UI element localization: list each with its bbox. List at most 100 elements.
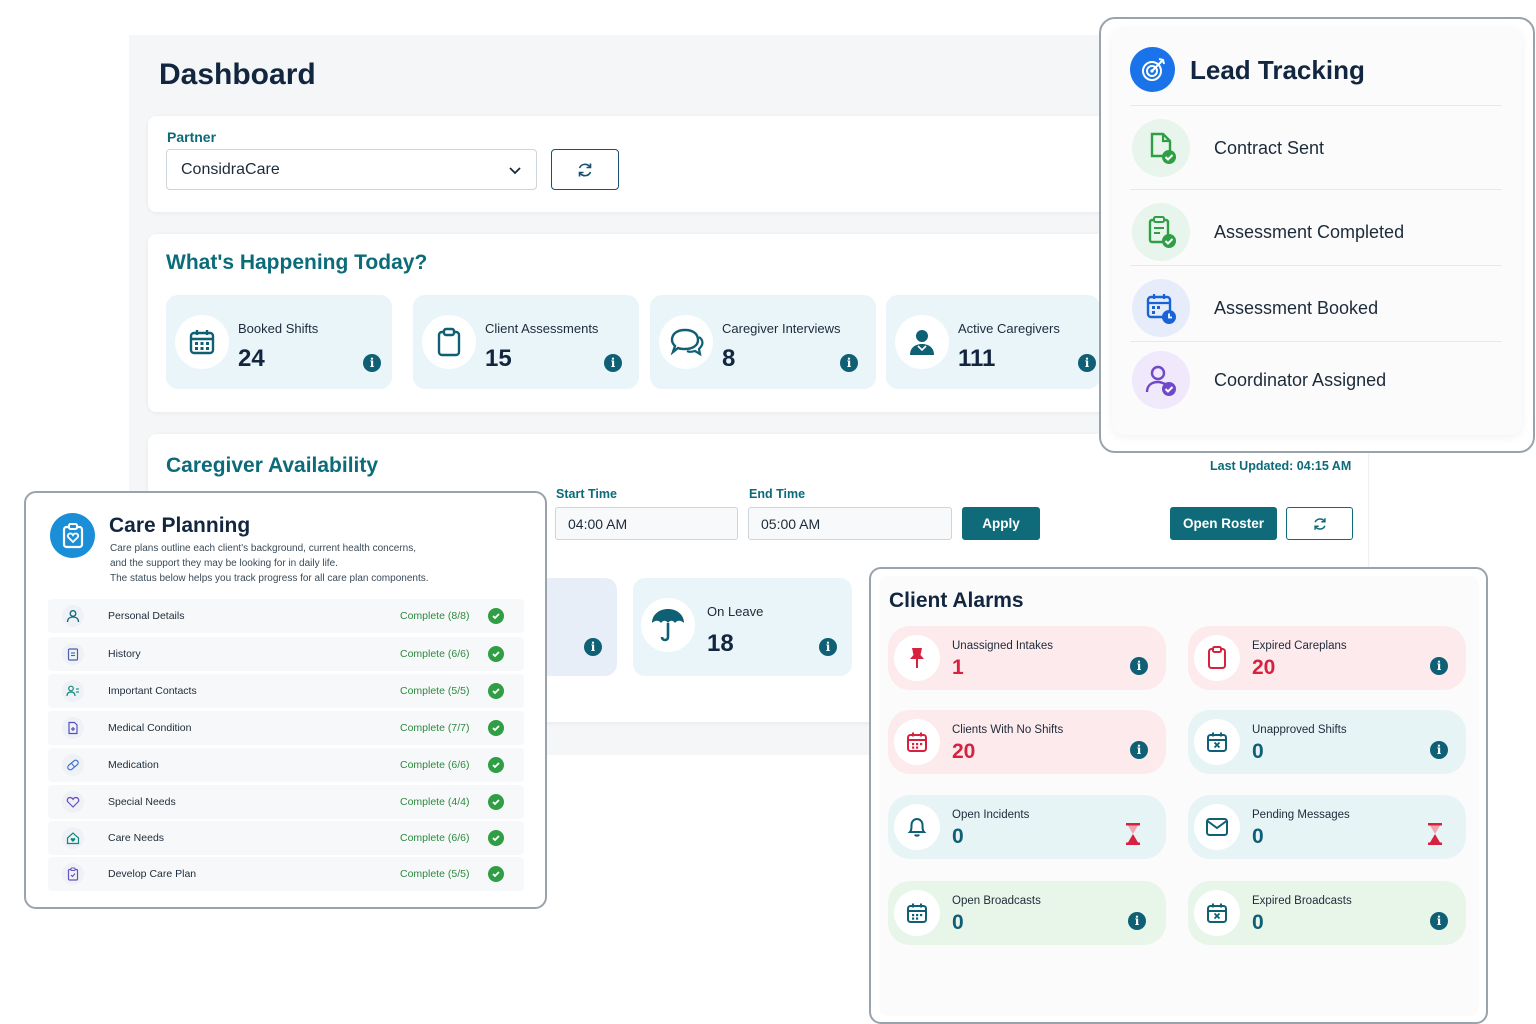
- info-icon[interactable]: i: [1078, 354, 1096, 372]
- alarm-label: Expired Careplans: [1252, 640, 1347, 652]
- clipboard-list-icon: [62, 643, 84, 665]
- chevron-down-icon: [508, 163, 522, 177]
- alarm-value: 20: [1252, 656, 1276, 679]
- calendar-clock-icon: [1132, 279, 1190, 337]
- care-item-status: Complete (6/6): [400, 648, 470, 660]
- end-time-input[interactable]: 05:00 AM: [748, 507, 952, 540]
- care-item-develop-care-plan[interactable]: Develop Care Plan Complete (5/5): [48, 857, 524, 891]
- care-item-important-contacts[interactable]: Important Contacts Complete (5/5): [48, 674, 524, 708]
- care-item-medication[interactable]: Medication Complete (6/6): [48, 748, 524, 782]
- roster-refresh-button[interactable]: [1286, 507, 1353, 540]
- info-icon[interactable]: i: [1430, 912, 1448, 930]
- care-item-care-needs[interactable]: Care Needs Complete (6/6): [48, 821, 524, 855]
- care-planning-title: Care Planning: [109, 514, 251, 537]
- check-circle-icon: [488, 757, 504, 773]
- on-leave-label: On Leave: [707, 604, 764, 619]
- lead-item-coordinator-assigned[interactable]: Coordinator Assigned: [1130, 341, 1502, 417]
- refresh-icon: [1312, 516, 1328, 532]
- client-alarms-title: Client Alarms: [889, 589, 1024, 612]
- alarm-label: Open Broadcasts: [952, 895, 1041, 907]
- care-item-status: Complete (4/4): [400, 796, 470, 808]
- page-title: Dashboard: [159, 58, 316, 91]
- alarm-expired-careplans[interactable]: Expired Careplans 20 i: [1188, 626, 1466, 690]
- end-time-value: 05:00 AM: [761, 515, 821, 532]
- lead-item-assessment-booked[interactable]: Assessment Booked: [1130, 265, 1502, 341]
- info-icon[interactable]: i: [819, 638, 837, 656]
- lead-tracking-title: Lead Tracking: [1190, 55, 1365, 85]
- alarm-value: 0: [952, 911, 964, 934]
- calendar-icon: [175, 315, 229, 369]
- alarm-label: Clients With No Shifts: [952, 724, 1064, 736]
- info-icon[interactable]: i: [1130, 657, 1148, 675]
- stat-client-assessments[interactable]: Client Assessments 15 i: [413, 295, 639, 389]
- clipboard-plan-icon: [62, 863, 84, 885]
- alarm-open-broadcasts[interactable]: Open Broadcasts 0 i: [888, 881, 1166, 945]
- alarm-unapproved-shifts[interactable]: Unapproved Shifts 0 i: [1188, 710, 1466, 774]
- alarm-value: 1: [952, 656, 964, 679]
- user-check-icon: [1132, 351, 1190, 409]
- alarm-open-incidents[interactable]: Open Incidents 0: [888, 795, 1166, 859]
- stat-label: Active Caregivers: [958, 321, 1060, 336]
- info-icon[interactable]: i: [840, 354, 858, 372]
- stat-caregiver-interviews[interactable]: Caregiver Interviews 8 i: [650, 295, 876, 389]
- lead-item-contract-sent[interactable]: Contract Sent: [1130, 105, 1502, 181]
- alarm-expired-broadcasts[interactable]: Expired Broadcasts 0 i: [1188, 881, 1466, 945]
- umbrella-icon: [641, 598, 695, 652]
- partner-select[interactable]: ConsidraCare: [166, 149, 537, 190]
- alarm-clients-with-no-shifts[interactable]: Clients With No Shifts 20 i: [888, 710, 1166, 774]
- start-time-label: Start Time: [556, 487, 617, 501]
- home-heart-icon: [62, 827, 84, 849]
- today-title: What's Happening Today?: [166, 251, 428, 274]
- check-circle-icon: [488, 608, 504, 624]
- care-item-label: Personal Details: [108, 610, 185, 622]
- lead-item-label: Contract Sent: [1214, 138, 1325, 158]
- info-icon[interactable]: i: [604, 354, 622, 372]
- info-icon[interactable]: i: [1128, 912, 1146, 930]
- alarm-value: 20: [952, 740, 976, 763]
- person-outline-icon: [62, 605, 84, 627]
- heart-icon: [62, 791, 84, 813]
- alarm-label: Unapproved Shifts: [1252, 724, 1347, 736]
- person-icon: [895, 315, 949, 369]
- apply-button[interactable]: Apply: [962, 507, 1040, 540]
- info-icon[interactable]: i: [1430, 741, 1448, 759]
- check-circle-icon: [488, 794, 504, 810]
- end-time-label: End Time: [749, 487, 806, 501]
- care-item-status: Complete (5/5): [400, 868, 470, 880]
- lead-item-assessment-completed[interactable]: Assessment Completed: [1130, 189, 1502, 265]
- care-item-history[interactable]: History Complete (6/6): [48, 637, 524, 671]
- refresh-icon: [576, 161, 594, 179]
- open-roster-button[interactable]: Open Roster: [1170, 507, 1277, 540]
- stat-active-caregivers[interactable]: Active Caregivers 111 i: [886, 295, 1100, 389]
- care-item-label: Medical Condition: [108, 722, 192, 734]
- alarm-label: Unassigned Intakes: [952, 640, 1054, 652]
- clipboard-check-icon: [1132, 203, 1190, 261]
- care-item-medical-condition[interactable]: Medical Condition Complete (7/7): [48, 711, 524, 745]
- on-leave-value: 18: [707, 630, 734, 657]
- medical-document-icon: [62, 717, 84, 739]
- check-circle-icon: [488, 830, 504, 846]
- clipboard-icon: [1194, 635, 1240, 681]
- care-item-personal-details[interactable]: Personal Details Complete (8/8): [48, 599, 524, 633]
- info-icon[interactable]: i: [584, 638, 602, 656]
- envelope-icon: [1194, 804, 1240, 850]
- on-leave-tile[interactable]: On Leave 18 i: [633, 578, 852, 676]
- stat-value: 111: [958, 345, 996, 372]
- care-item-special-needs[interactable]: Special Needs Complete (4/4): [48, 785, 524, 819]
- alarm-unassigned-intakes[interactable]: Unassigned Intakes 1 i: [888, 626, 1166, 690]
- pin-icon: [894, 635, 940, 681]
- info-icon[interactable]: i: [1430, 657, 1448, 675]
- info-icon[interactable]: i: [1130, 741, 1148, 759]
- hourglass-icon: [1426, 822, 1444, 846]
- partner-refresh-button[interactable]: [551, 149, 619, 190]
- start-time-input[interactable]: 04:00 AM: [555, 507, 738, 540]
- target-icon: [1130, 47, 1175, 92]
- alarm-pending-messages[interactable]: Pending Messages 0: [1188, 795, 1466, 859]
- bell-icon: [894, 804, 940, 850]
- availability-tile-partial[interactable]: i: [545, 578, 617, 676]
- calendar-icon: [894, 890, 940, 936]
- care-description-line: The status below helps you track progres…: [110, 573, 429, 584]
- lead-item-label: Coordinator Assigned: [1214, 370, 1387, 390]
- info-icon[interactable]: i: [363, 354, 381, 372]
- stat-booked-shifts[interactable]: Booked Shifts 24 i: [166, 295, 392, 389]
